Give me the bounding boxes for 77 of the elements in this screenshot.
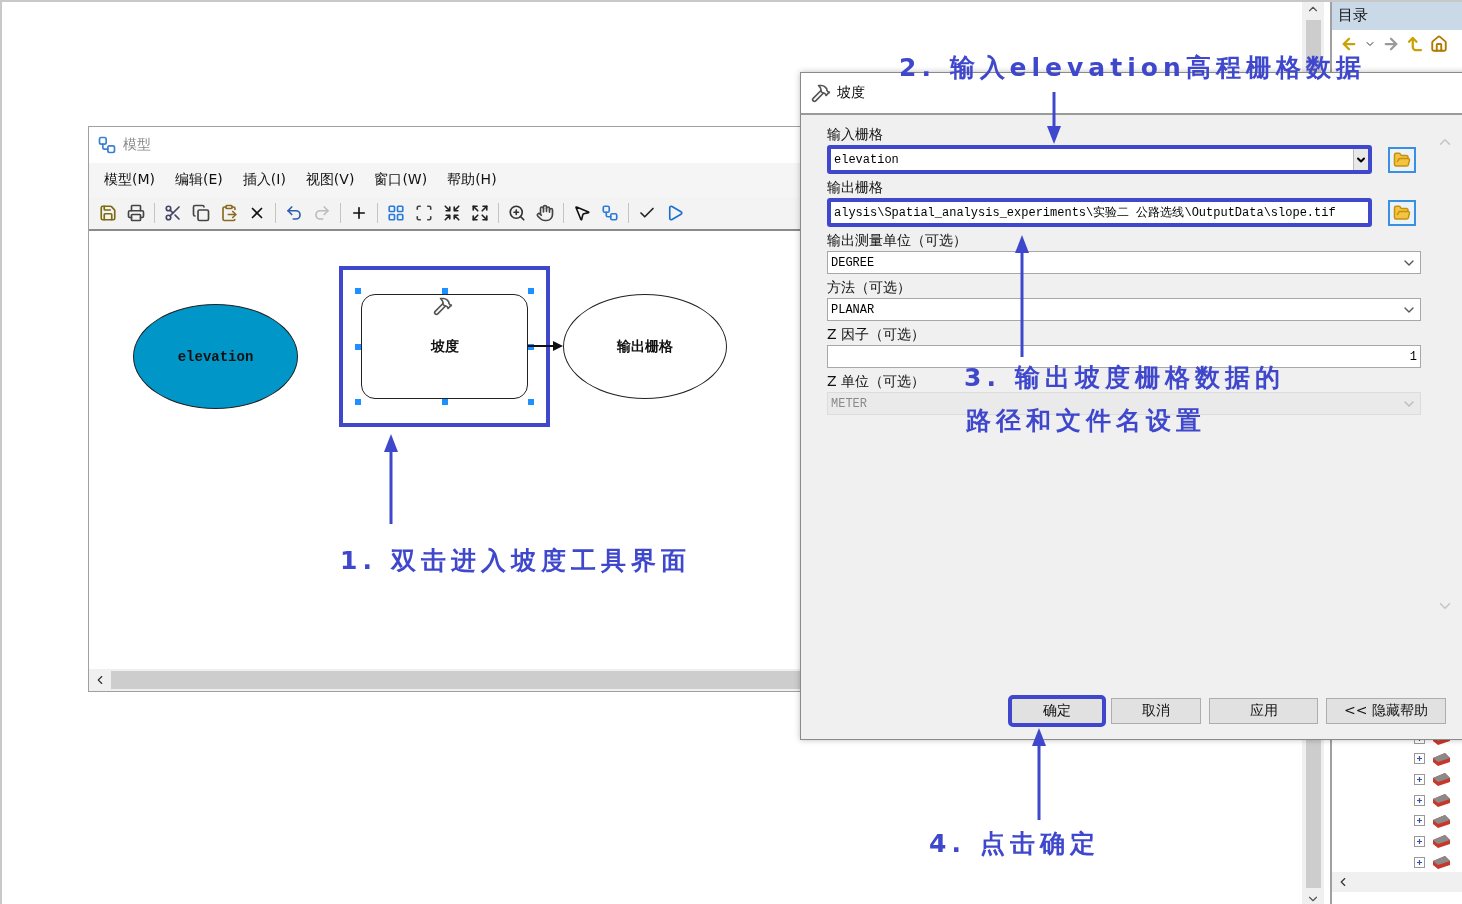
selection-handles[interactable] [355, 288, 534, 405]
expand-plus-icon[interactable] [1414, 815, 1425, 827]
copy-icon [192, 204, 210, 222]
expand-plus-icon[interactable] [1414, 794, 1425, 806]
toolbox-icon [1431, 854, 1451, 871]
folder-icon [1393, 203, 1411, 222]
dialog-button[interactable]: 取消 [1111, 698, 1201, 724]
dropdown-field[interactable]: PLANAR [827, 298, 1421, 321]
dropdown-field[interactable]: elevation [827, 145, 1372, 174]
field-label: Z 因子（可选） [827, 325, 926, 343]
toolbox-icon [1431, 771, 1451, 788]
save-icon [99, 204, 117, 222]
save-button[interactable] [97, 202, 119, 224]
pan-hand-icon [536, 204, 554, 222]
annotation-text: 1. 双击进入坡度工具界面 [340, 547, 691, 575]
field-label: 输入栅格 [827, 125, 883, 143]
browse-button[interactable] [1388, 146, 1416, 173]
menu-item[interactable]: 模型(M) [95, 167, 164, 193]
paste-icon [220, 204, 238, 222]
layout-grid-icon [387, 204, 405, 222]
field-label: 方法（可选） [827, 278, 911, 296]
hammer-icon [433, 296, 453, 316]
pan-hand-button[interactable] [534, 202, 556, 224]
folder-icon [1393, 150, 1411, 169]
toolbox-icon [1431, 812, 1451, 829]
expand-plus-icon[interactable] [1414, 753, 1425, 765]
full-extent-button[interactable] [413, 202, 435, 224]
print-icon [127, 204, 145, 222]
field-label: 输出测量单位（可选） [827, 231, 967, 249]
tool-node[interactable]: 坡度 [361, 294, 528, 399]
expand-button[interactable] [469, 202, 491, 224]
redo-icon [313, 204, 331, 222]
field-label: 输出栅格 [827, 178, 883, 196]
cut-icon [164, 204, 182, 222]
full-extent-icon [415, 204, 433, 222]
zoom-in-icon [508, 204, 526, 222]
connect-icon [601, 204, 619, 222]
expand-icon [471, 204, 489, 222]
connector-arrow [528, 341, 563, 351]
toolbox-icon [1431, 833, 1451, 850]
annotation-arrow [1047, 92, 1061, 144]
home-icon[interactable] [1430, 35, 1448, 54]
dropdown-field[interactable]: DEGREE [827, 251, 1421, 274]
model-icon [97, 135, 117, 155]
browse-button[interactable] [1388, 199, 1416, 226]
horizontal-scrollbar[interactable] [1332, 872, 1462, 893]
hammer-icon [811, 83, 831, 103]
dialog-title: 坡度 [837, 84, 865, 102]
window-title: 模型 [123, 136, 151, 154]
expand-plus-icon[interactable] [1414, 856, 1425, 868]
output-data-ellipse[interactable]: 输出栅格 [563, 294, 727, 399]
input-data-ellipse[interactable]: elevation [133, 304, 298, 409]
shrink-icon [443, 204, 461, 222]
dialog-button[interactable]: << 隐藏帮助 [1326, 698, 1446, 724]
undo-icon [285, 204, 303, 222]
menu-item[interactable]: 视图(V) [296, 167, 364, 193]
run-icon [666, 204, 684, 222]
expand-plus-icon[interactable] [1414, 835, 1425, 847]
copy-button[interactable] [190, 202, 212, 224]
dialog-button[interactable]: 应用 [1209, 698, 1318, 724]
menu-item[interactable]: 编辑(E) [166, 167, 232, 193]
menu-item[interactable]: 窗口(W) [365, 167, 437, 193]
annotation-text: 4. 点击确定 [929, 830, 1100, 858]
select-pointer-icon [573, 204, 591, 222]
print-button[interactable] [125, 202, 147, 224]
connect-button[interactable] [599, 202, 621, 224]
field-label: Z 单位（可选） [827, 372, 926, 390]
layout-grid-button[interactable] [385, 202, 407, 224]
path-field[interactable]: alysis\Spatial_analysis_experiments\实验二 公路选线\OutputData\slope.tif [827, 198, 1372, 227]
expand-plus-icon[interactable] [1414, 773, 1425, 785]
menu-item[interactable]: 帮助(H) [438, 167, 506, 193]
menu-item[interactable]: 插入(I) [233, 167, 295, 193]
add-data-icon [350, 204, 368, 222]
panel-title: 目录 [1338, 6, 1368, 26]
dialog-button[interactable]: 确定 [1011, 698, 1103, 724]
toolbox-icon [1431, 750, 1451, 767]
toolbox-icon [1431, 792, 1451, 809]
